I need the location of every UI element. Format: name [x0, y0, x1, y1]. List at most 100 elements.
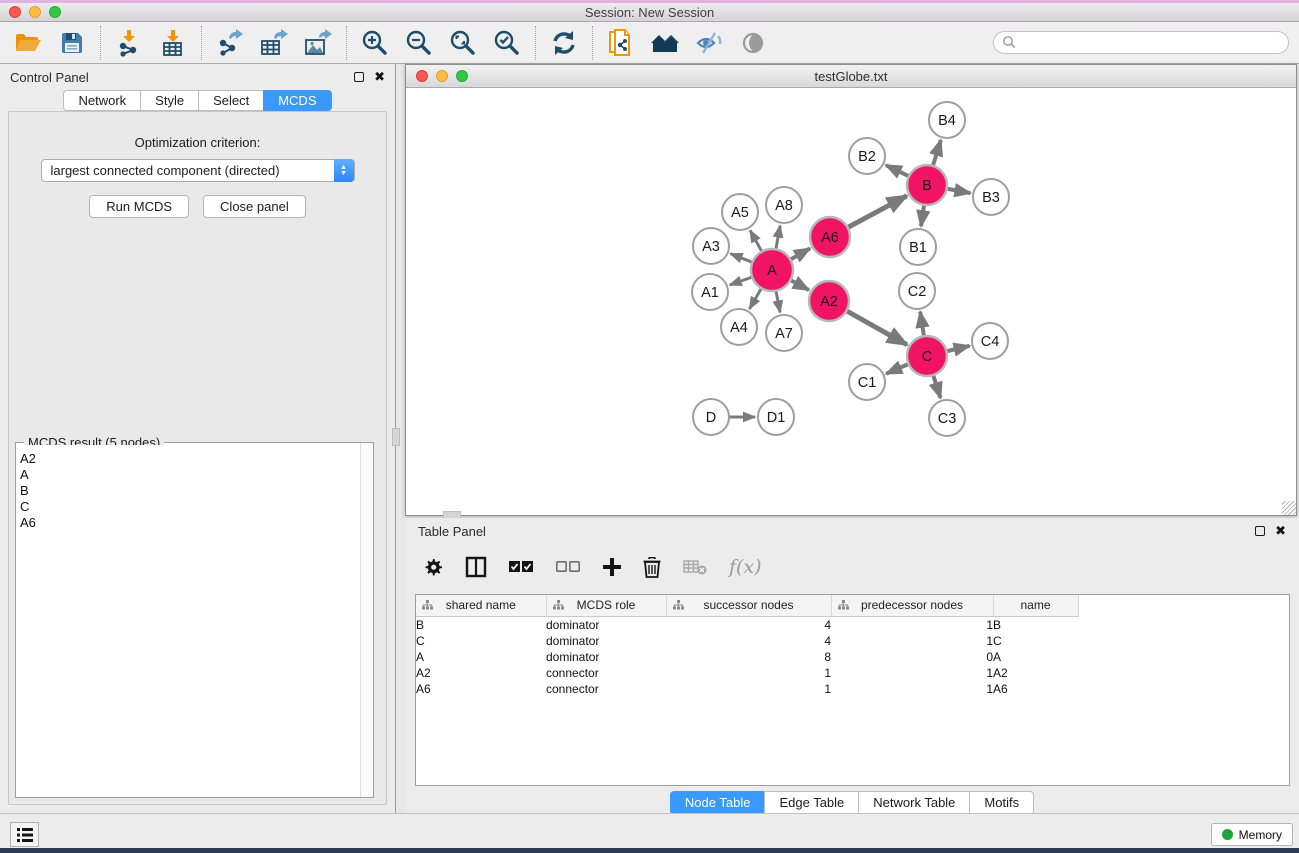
- table-cell[interactable]: B: [416, 616, 546, 633]
- task-history-button[interactable]: [10, 822, 39, 847]
- export-image-icon[interactable]: [300, 26, 336, 60]
- node-C[interactable]: C: [907, 336, 947, 376]
- table-cell[interactable]: 1: [666, 665, 831, 681]
- import-network-icon[interactable]: [111, 26, 147, 60]
- result-item[interactable]: C: [20, 499, 360, 515]
- node-A5[interactable]: A5: [722, 194, 758, 230]
- table-cell[interactable]: dominator: [546, 649, 666, 665]
- node-B[interactable]: B: [907, 165, 947, 205]
- result-item[interactable]: A: [20, 467, 360, 483]
- column-header[interactable]: successor nodes: [666, 595, 831, 616]
- search-input[interactable]: [993, 31, 1289, 54]
- column-header[interactable]: predecessor nodes: [831, 595, 993, 616]
- table-row[interactable]: Bdominator41B: [416, 616, 1078, 633]
- close-panel-icon[interactable]: ✖: [374, 72, 385, 82]
- node-B2[interactable]: B2: [849, 138, 885, 174]
- float-table-panel-icon[interactable]: [1255, 526, 1265, 536]
- node-B3[interactable]: B3: [973, 179, 1009, 215]
- tab-mcds[interactable]: MCDS: [263, 90, 331, 111]
- table-cell[interactable]: 4: [666, 616, 831, 633]
- zoom-fit-icon[interactable]: [445, 26, 481, 60]
- tab-network-table[interactable]: Network Table: [858, 791, 969, 815]
- table-row[interactable]: Cdominator41C: [416, 633, 1078, 649]
- deselect-all-icon[interactable]: [556, 561, 581, 574]
- vertical-splitter-handle[interactable]: [392, 428, 400, 446]
- hide-panels-icon[interactable]: [691, 26, 727, 60]
- node-C2[interactable]: C2: [899, 273, 935, 309]
- table-header-row[interactable]: shared nameMCDS rolesuccessor nodesprede…: [416, 595, 1078, 616]
- table-cell[interactable]: dominator: [546, 616, 666, 633]
- table-cell[interactable]: 1: [831, 681, 993, 697]
- node-D1[interactable]: D1: [758, 399, 794, 435]
- table-cell[interactable]: C: [993, 633, 1078, 649]
- node-C3[interactable]: C3: [929, 400, 965, 436]
- zoom-in-icon[interactable]: [357, 26, 393, 60]
- mcds-result-list[interactable]: A2ABCA6: [16, 445, 360, 797]
- table-cell[interactable]: 8: [666, 649, 831, 665]
- tab-style[interactable]: Style: [140, 90, 198, 111]
- node-D[interactable]: D: [693, 399, 729, 435]
- node-C4[interactable]: C4: [972, 323, 1008, 359]
- table-row[interactable]: A2connector11A2: [416, 665, 1078, 681]
- table-cell[interactable]: A2: [416, 665, 546, 681]
- export-network-icon[interactable]: [212, 26, 248, 60]
- table-row[interactable]: Adominator80A: [416, 649, 1078, 665]
- zoom-selected-icon[interactable]: [489, 26, 525, 60]
- tab-network[interactable]: Network: [63, 90, 140, 111]
- table-cell[interactable]: 4: [666, 633, 831, 649]
- open-file-icon[interactable]: [10, 26, 46, 60]
- close-table-panel-icon[interactable]: ✖: [1275, 526, 1286, 536]
- table-cell[interactable]: A: [993, 649, 1078, 665]
- criterion-select[interactable]: largest connected component (directed) ▲…: [41, 159, 355, 182]
- gear-icon[interactable]: [423, 557, 443, 577]
- delete-icon[interactable]: [643, 557, 661, 578]
- node-A3[interactable]: A3: [693, 228, 729, 264]
- node-A1[interactable]: A1: [692, 274, 728, 310]
- refresh-icon[interactable]: [546, 26, 582, 60]
- node-C1[interactable]: C1: [849, 364, 885, 400]
- zoom-out-icon[interactable]: [401, 26, 437, 60]
- node-A8[interactable]: A8: [766, 187, 802, 223]
- node-A4[interactable]: A4: [721, 309, 757, 345]
- result-item[interactable]: A2: [20, 451, 360, 467]
- node-A[interactable]: A: [751, 249, 793, 291]
- home-icon[interactable]: [647, 26, 683, 60]
- table-cell[interactable]: B: [993, 616, 1078, 633]
- show-panels-icon[interactable]: [735, 26, 771, 60]
- node-B1[interactable]: B1: [900, 229, 936, 265]
- resize-grip-icon[interactable]: [1282, 501, 1296, 515]
- network-window-titlebar[interactable]: testGlobe.txt: [406, 65, 1296, 88]
- add-icon[interactable]: [603, 558, 621, 576]
- column-header[interactable]: name: [993, 595, 1078, 616]
- memory-button[interactable]: Memory: [1211, 823, 1293, 846]
- node-A6[interactable]: A6: [810, 217, 850, 257]
- table-cell[interactable]: A6: [416, 681, 546, 697]
- node-A2[interactable]: A2: [809, 281, 849, 321]
- table-cell[interactable]: 1: [666, 681, 831, 697]
- float-panel-icon[interactable]: [354, 72, 364, 82]
- result-item[interactable]: B: [20, 483, 360, 499]
- result-scrollbar[interactable]: [360, 443, 373, 797]
- table-cell[interactable]: connector: [546, 681, 666, 697]
- table-cell[interactable]: connector: [546, 665, 666, 681]
- table-cell[interactable]: 0: [831, 649, 993, 665]
- run-mcds-button[interactable]: Run MCDS: [89, 195, 189, 218]
- tab-select[interactable]: Select: [198, 90, 263, 111]
- node-table[interactable]: shared nameMCDS rolesuccessor nodesprede…: [415, 594, 1290, 786]
- import-table-icon[interactable]: [155, 26, 191, 60]
- tab-node-table[interactable]: Node Table: [670, 791, 765, 815]
- split-columns-icon[interactable]: [465, 556, 487, 578]
- table-cell[interactable]: A: [416, 649, 546, 665]
- table-cell[interactable]: 1: [831, 665, 993, 681]
- export-table-icon[interactable]: [256, 26, 292, 60]
- tab-edge-table[interactable]: Edge Table: [764, 791, 858, 815]
- column-header[interactable]: MCDS role: [546, 595, 666, 616]
- duplicate-network-icon[interactable]: [603, 26, 639, 60]
- node-A7[interactable]: A7: [766, 315, 802, 351]
- result-item[interactable]: A6: [20, 515, 360, 531]
- select-all-icon[interactable]: [509, 561, 534, 574]
- table-cell[interactable]: 1: [831, 633, 993, 649]
- table-row[interactable]: A6connector11A6: [416, 681, 1078, 697]
- tab-motifs[interactable]: Motifs: [969, 791, 1034, 815]
- save-session-icon[interactable]: [54, 26, 90, 60]
